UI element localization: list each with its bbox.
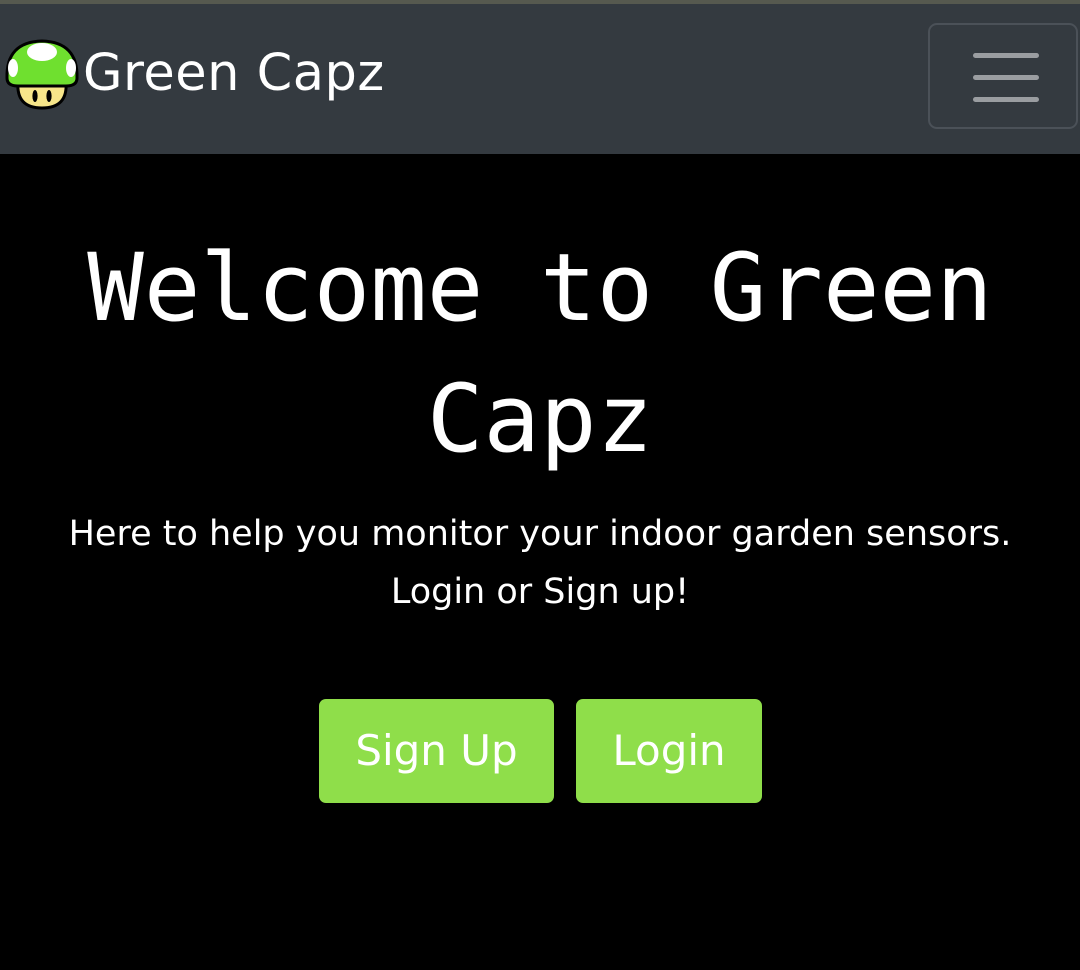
- brand-link[interactable]: Green Capz: [4, 37, 385, 111]
- subtitle-line-2: Login or Sign up!: [390, 572, 690, 612]
- green-mushroom-icon: [4, 38, 80, 110]
- page-title: Welcome to Green Capz: [87, 234, 993, 474]
- menu-bar: [973, 53, 1039, 58]
- menu-toggle-button[interactable]: [928, 23, 1078, 129]
- navbar: Green Capz: [0, 4, 1080, 154]
- menu-bar: [973, 75, 1039, 80]
- brand-name: Green Capz: [83, 44, 385, 103]
- subtitle-line-1: Here to help you monitor your indoor gar…: [68, 514, 1012, 554]
- login-button[interactable]: Login: [576, 699, 762, 803]
- sign-up-button[interactable]: Sign Up: [319, 699, 554, 803]
- hamburger-menu-icon: [973, 53, 1039, 103]
- hero-subtitle: Here to help you monitor your indoor gar…: [0, 505, 1080, 621]
- menu-bar: [973, 97, 1039, 102]
